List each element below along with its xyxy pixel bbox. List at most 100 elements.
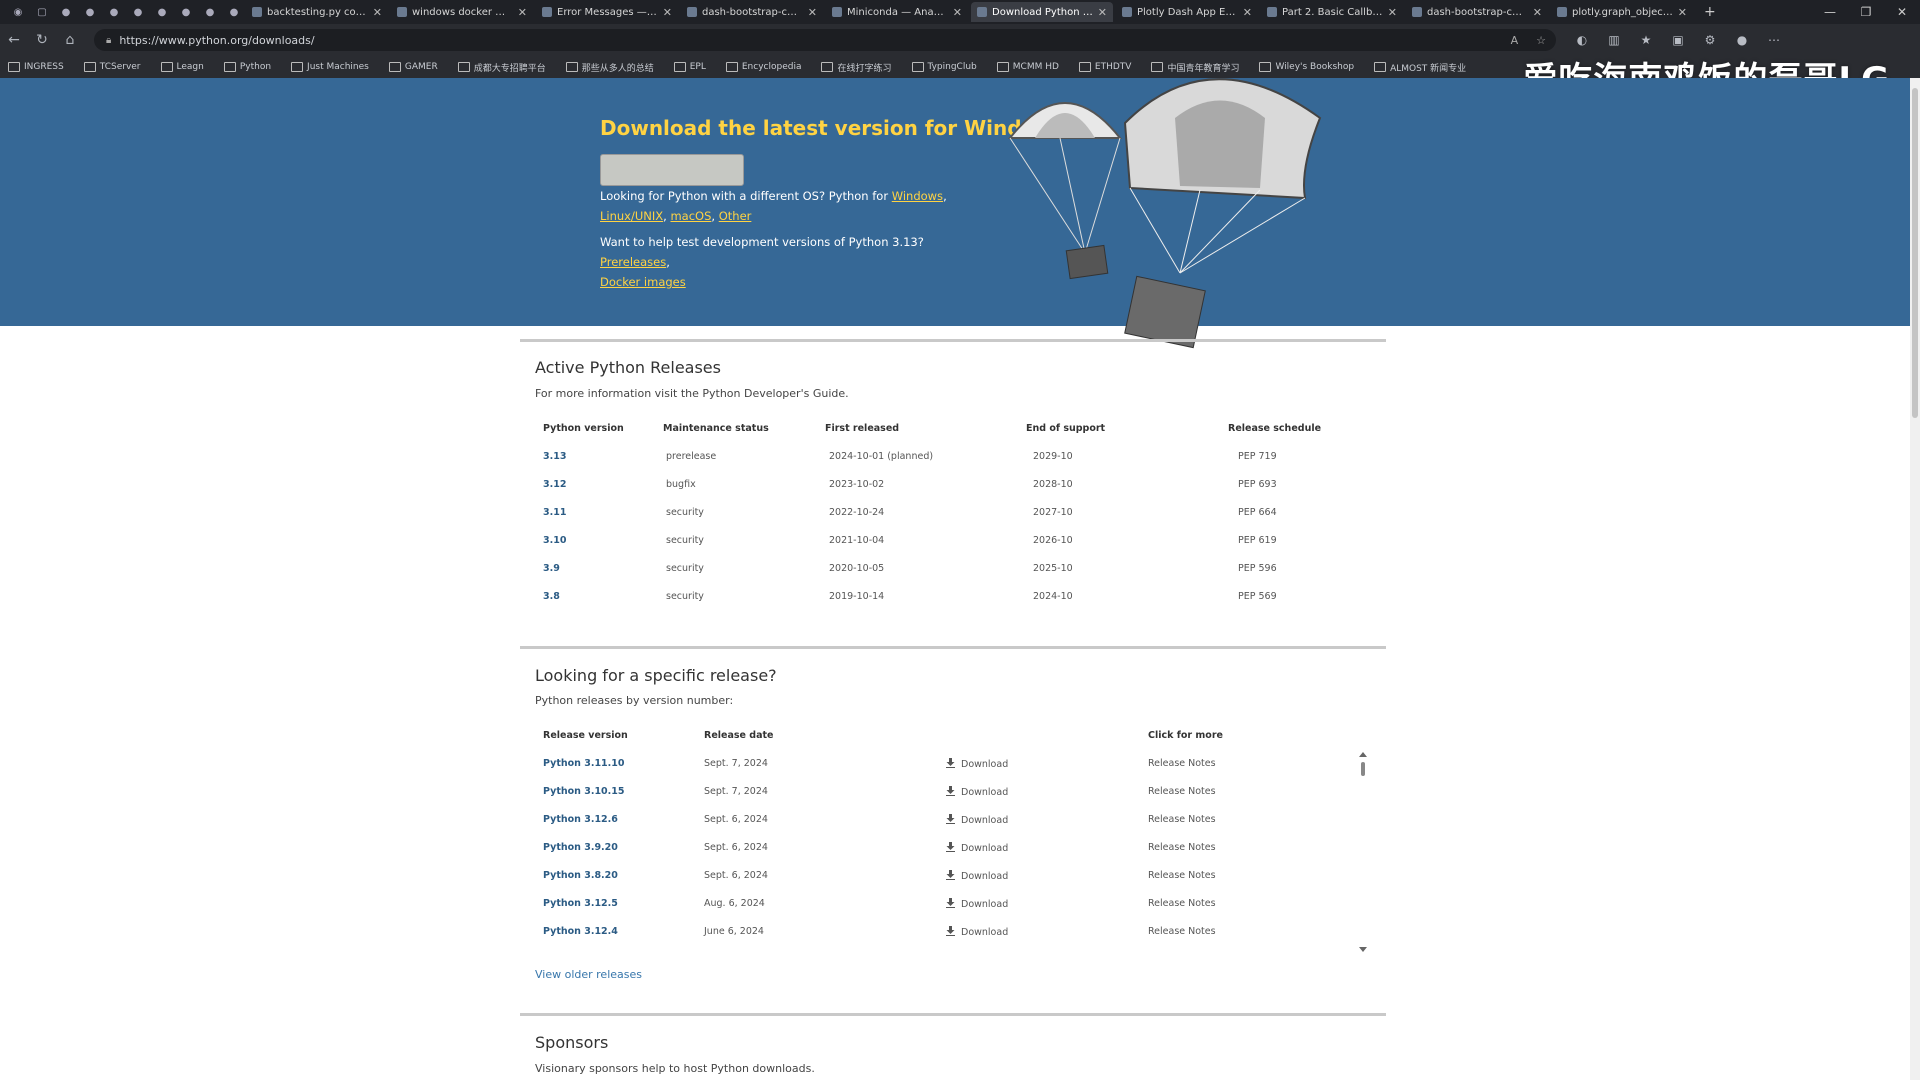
browser-tab[interactable]: Error Messages — SQLA ✕ — [536, 2, 678, 22]
pinned-tab-6[interactable]: ● — [176, 3, 196, 21]
release-version-link[interactable]: Python 3.10.15 — [543, 786, 625, 797]
close-tab-icon[interactable]: ✕ — [953, 6, 962, 19]
version-link[interactable]: 3.8 — [543, 591, 560, 602]
release-version-link[interactable]: Python 3.12.5 — [543, 898, 618, 909]
browser-tab[interactable]: dash-bootstrap-compo ✕ — [1406, 2, 1548, 22]
bookmark-item[interactable]: Encyclopedia — [725, 62, 801, 72]
pep-link[interactable]: PEP 719 — [1238, 451, 1277, 462]
release-version-link[interactable]: Python 3.12.4 — [543, 926, 618, 937]
bookmark-item[interactable]: TypingClub — [911, 62, 977, 72]
pep-link[interactable]: PEP 569 — [1238, 591, 1277, 602]
collections-icon[interactable]: ▣ — [1662, 28, 1694, 52]
more-icon[interactable]: ⋯ — [1758, 28, 1790, 52]
windows-link[interactable]: Windows — [892, 189, 943, 203]
close-tab-icon[interactable]: ✕ — [1533, 6, 1542, 19]
release-notes-link[interactable]: Release Notes — [1148, 870, 1216, 881]
reload-icon[interactable]: ↻ — [28, 26, 56, 54]
download-link[interactable]: Download — [946, 898, 1008, 910]
release-notes-link[interactable]: Release Notes — [1148, 926, 1216, 937]
bookmark-item[interactable]: Wiley's Bookshop — [1259, 62, 1354, 72]
download-link[interactable]: Download — [946, 842, 1008, 854]
version-link[interactable]: 3.13 — [543, 451, 566, 462]
browser-tab[interactable]: Miniconda — Anaconda ✕ — [826, 2, 968, 22]
release-version-link[interactable]: Python 3.12.6 — [543, 814, 618, 825]
pinned-tab-3[interactable]: ● — [104, 3, 124, 21]
browser-tab[interactable]: plotly.graph_objects.Bar ✕ — [1551, 2, 1693, 22]
browser-tab[interactable]: dash-bootstrap-compo ✕ — [681, 2, 823, 22]
view-older-releases-link[interactable]: View older releases — [535, 968, 642, 981]
settings-icon[interactable]: ⚙ — [1694, 28, 1726, 52]
download-link[interactable]: Download — [946, 870, 1008, 882]
bookmark-item[interactable]: EPL — [673, 62, 706, 72]
release-list-scrollbar[interactable] — [1358, 752, 1368, 952]
bookmark-item[interactable]: 在线打字练习 — [821, 61, 892, 74]
close-tab-icon[interactable]: ✕ — [1388, 6, 1397, 19]
close-window-icon[interactable]: ✕ — [1884, 0, 1920, 24]
download-link[interactable]: Download — [946, 814, 1008, 826]
read-aloud-icon[interactable]: A — [1511, 34, 1519, 47]
release-notes-link[interactable]: Release Notes — [1148, 842, 1216, 853]
scroll-up-arrow-icon[interactable] — [1359, 752, 1367, 757]
bookmark-item[interactable]: ETHDTV — [1078, 62, 1131, 72]
version-link[interactable]: 3.10 — [543, 535, 566, 546]
close-tab-icon[interactable]: ✕ — [373, 6, 382, 19]
bookmark-item[interactable]: Python — [223, 62, 271, 72]
maximize-icon[interactable]: ❐ — [1848, 0, 1884, 24]
download-link[interactable]: Download — [946, 926, 1008, 938]
bookmark-item[interactable]: Just Machines — [291, 62, 369, 72]
close-tab-icon[interactable]: ✕ — [518, 6, 527, 19]
macos-link[interactable]: macOS — [670, 209, 711, 223]
pinned-tab-7[interactable]: ● — [200, 3, 220, 21]
release-version-link[interactable]: Python 3.9.20 — [543, 842, 618, 853]
pep-link[interactable]: PEP 596 — [1238, 563, 1277, 574]
page-scrollbar[interactable] — [1910, 78, 1920, 1080]
close-tab-icon[interactable]: ✕ — [1243, 6, 1252, 19]
browser-menu-icon[interactable]: ◉ — [8, 3, 28, 21]
pinned-tab-4[interactable]: ● — [128, 3, 148, 21]
browser-tab-active[interactable]: Download Python | Pyt ✕ — [971, 2, 1113, 22]
pep-link[interactable]: PEP 619 — [1238, 535, 1277, 546]
version-link[interactable]: 3.9 — [543, 563, 560, 574]
download-python-button[interactable] — [600, 154, 744, 186]
linux-link[interactable]: Linux/UNIX — [600, 209, 663, 223]
pinned-tab-1[interactable]: ● — [56, 3, 76, 21]
release-version-link[interactable]: Python 3.8.20 — [543, 870, 618, 881]
close-tab-icon[interactable]: ✕ — [808, 6, 817, 19]
release-notes-link[interactable]: Release Notes — [1148, 898, 1216, 909]
bookmark-item[interactable]: INGRESS — [8, 62, 64, 72]
new-tab-icon[interactable]: + — [1696, 4, 1724, 20]
page-scrollbar-thumb[interactable] — [1912, 88, 1918, 418]
minimize-icon[interactable]: — — [1812, 0, 1848, 24]
release-notes-link[interactable]: Release Notes — [1148, 814, 1216, 825]
download-link[interactable]: Download — [946, 786, 1008, 798]
release-notes-link[interactable]: Release Notes — [1148, 758, 1216, 769]
prereleases-link[interactable]: Prereleases — [600, 255, 666, 269]
address-bar[interactable]: 🔒︎ https://www.python.org/downloads/ A ☆ — [94, 29, 1556, 51]
extension-icon[interactable]: ◐ — [1566, 28, 1598, 52]
bookmark-item[interactable]: 中国青年教育学习 — [1151, 61, 1239, 74]
browser-tab[interactable]: Part 2. Basic Callbacks | ✕ — [1261, 2, 1403, 22]
docker-images-link[interactable]: Docker images — [600, 275, 686, 289]
bookmark-item[interactable]: TCServer — [83, 62, 141, 72]
release-version-link[interactable]: Python 3.11.10 — [543, 758, 625, 769]
bookmark-item[interactable]: MCMM HD — [996, 62, 1059, 72]
scroll-down-arrow-icon[interactable] — [1359, 947, 1367, 952]
favorites-icon[interactable]: ★ — [1630, 28, 1662, 52]
browser-tab[interactable]: backtesting.py constrain ✕ — [246, 2, 388, 22]
version-link[interactable]: 3.12 — [543, 479, 566, 490]
back-icon[interactable]: ← — [0, 26, 28, 54]
bookmark-item[interactable]: ALMOST 新闻专业 — [1374, 61, 1466, 74]
bookmark-item[interactable]: 那些从多人的总结 — [565, 61, 654, 74]
release-notes-link[interactable]: Release Notes — [1148, 786, 1216, 797]
split-screen-icon[interactable]: ▥ — [1598, 28, 1630, 52]
favorite-star-icon[interactable]: ☆ — [1536, 34, 1546, 47]
close-tab-icon[interactable]: ✕ — [1098, 6, 1107, 19]
close-tab-icon[interactable]: ✕ — [663, 6, 672, 19]
home-icon[interactable]: ⌂ — [56, 26, 84, 54]
bookmark-item[interactable]: GAMER — [388, 62, 438, 72]
scroll-thumb[interactable] — [1361, 762, 1365, 776]
pinned-tab-2[interactable]: ● — [80, 3, 100, 21]
browser-tab[interactable]: Plotly Dash App Exampl ✕ — [1116, 2, 1258, 22]
pinned-tab-5[interactable]: ● — [152, 3, 172, 21]
profile-icon[interactable]: ● — [1726, 28, 1758, 52]
